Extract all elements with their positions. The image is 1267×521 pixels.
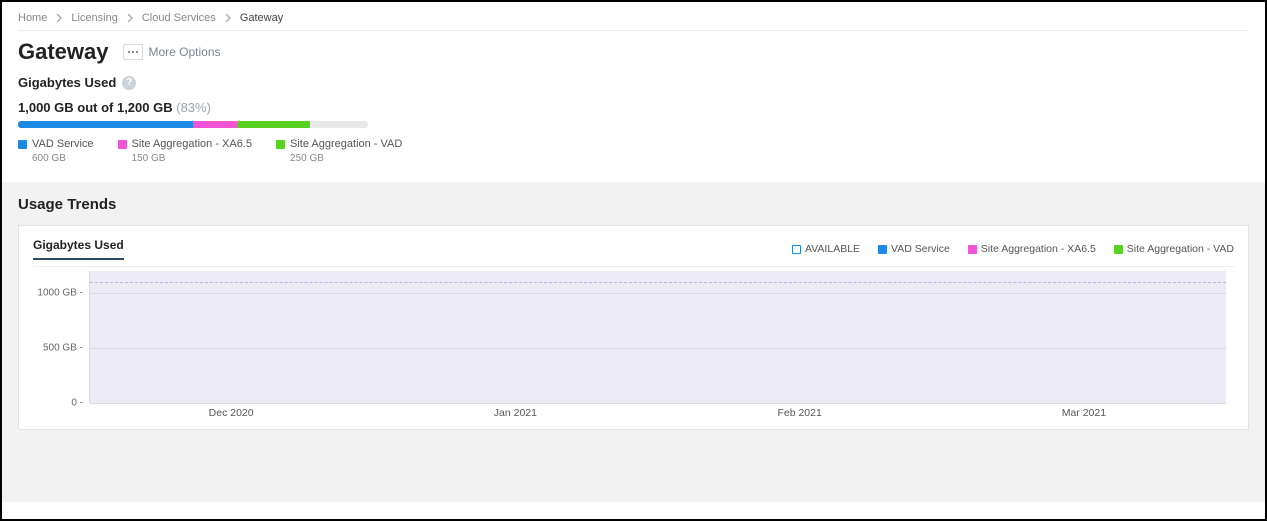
chart-y-tick-label: 1000 GB - <box>37 288 83 299</box>
usage-legend-item: Site Aggregation - VAD 250 GB <box>276 138 402 164</box>
usage-legend-item: Site Aggregation - XA6.5 150 GB <box>118 138 252 164</box>
divider <box>33 266 1234 267</box>
legend-value: 250 GB <box>290 153 402 164</box>
gigabytes-used-label: Gigabytes Used <box>18 75 116 90</box>
gigabytes-used-heading: Gigabytes Used ? <box>18 75 1249 90</box>
chart-gridline <box>90 348 1226 349</box>
breadcrumb: Home Licensing Cloud Services Gateway <box>18 10 1249 30</box>
legend-swatch <box>792 245 801 254</box>
usage-summary-pct: (83%) <box>176 100 211 115</box>
chart-legend-item: Site Aggregation - XA6.5 <box>968 243 1096 255</box>
legend-label: VAD Service <box>891 243 950 255</box>
legend-swatch <box>118 140 127 149</box>
more-options-button[interactable]: More Options <box>123 44 221 60</box>
chart-plot-area <box>89 271 1226 403</box>
progress-segment <box>237 121 310 128</box>
usage-trends-section: Usage Trends Gigabytes Used AVAILABLE VAD… <box>2 182 1265 502</box>
usage-summary-text: 1,000 GB out of 1,200 GB <box>18 100 173 115</box>
legend-label: Site Aggregation - XA6.5 <box>132 138 252 150</box>
chart-y-tick-label: 500 GB - <box>43 343 83 354</box>
chart-x-tick-label: Jan 2021 <box>494 407 537 419</box>
breadcrumb-link-licensing[interactable]: Licensing <box>71 12 117 24</box>
chart-y-axis: 0 -500 GB -1000 GB - <box>33 271 87 403</box>
chart-legend-item: AVAILABLE <box>792 243 860 255</box>
legend-label: Site Aggregation - VAD <box>1127 243 1234 255</box>
chart-legend-item: VAD Service <box>878 243 950 255</box>
chevron-right-icon <box>224 14 232 22</box>
divider <box>18 30 1249 31</box>
chevron-right-icon <box>126 14 134 22</box>
chart-x-axis: Dec 2020 Jan 2021 Feb 2021 Mar 2021 <box>89 403 1226 421</box>
chart-y-tick-label: 0 - <box>71 398 83 409</box>
chart-x-tick-label: Mar 2021 <box>1062 407 1106 419</box>
chart-reference-line <box>90 282 1226 283</box>
usage-progress-bar <box>18 121 368 128</box>
chart-tab-gigabytes-used[interactable]: Gigabytes Used <box>33 238 124 260</box>
chart-x-tick-label: Feb 2021 <box>777 407 821 419</box>
page-title: Gateway <box>18 39 109 65</box>
legend-label: AVAILABLE <box>805 243 860 255</box>
chart-legend: AVAILABLE VAD Service Site Aggregation - X… <box>792 243 1234 255</box>
ellipsis-icon <box>123 44 143 60</box>
usage-summary: 1,000 GB out of 1,200 GB (83%) <box>18 100 1249 115</box>
legend-label: VAD Service <box>32 138 94 150</box>
info-icon[interactable]: ? <box>122 76 136 90</box>
chart-card-header: Gigabytes Used AVAILABLE VAD Service Site … <box>33 238 1234 260</box>
chart-legend-item: Site Aggregation - VAD <box>1114 243 1234 255</box>
legend-swatch <box>1114 245 1123 254</box>
legend-value: 600 GB <box>32 153 94 164</box>
usage-legend: VAD Service 600 GB Site Aggregation - XA6.… <box>18 138 1249 164</box>
breadcrumb-current: Gateway <box>240 12 283 24</box>
more-options-label: More Options <box>149 45 221 59</box>
progress-segment <box>18 121 193 128</box>
legend-swatch <box>968 245 977 254</box>
legend-label: Site Aggregation - VAD <box>290 138 402 150</box>
chevron-right-icon <box>55 14 63 22</box>
legend-swatch <box>878 245 887 254</box>
progress-segment <box>193 121 237 128</box>
chart-gridline <box>90 293 1226 294</box>
usage-trends-heading: Usage Trends <box>18 196 1249 213</box>
legend-swatch <box>276 140 285 149</box>
breadcrumb-link-home[interactable]: Home <box>18 12 47 24</box>
page-header: Gateway More Options <box>18 39 1249 65</box>
breadcrumb-link-cloud-services[interactable]: Cloud Services <box>142 12 216 24</box>
legend-swatch <box>18 140 27 149</box>
legend-value: 150 GB <box>132 153 252 164</box>
usage-legend-item: VAD Service 600 GB <box>18 138 94 164</box>
usage-trends-card: Gigabytes Used AVAILABLE VAD Service Site … <box>18 225 1249 430</box>
stacked-bar-chart: 0 - 500 GB - 1000 GB - Dec 2020 Jan 2021 Feb… <box>33 271 1234 421</box>
chart-x-tick-label: Dec 2020 <box>209 407 254 419</box>
legend-label: Site Aggregation - XA6.5 <box>981 243 1096 255</box>
